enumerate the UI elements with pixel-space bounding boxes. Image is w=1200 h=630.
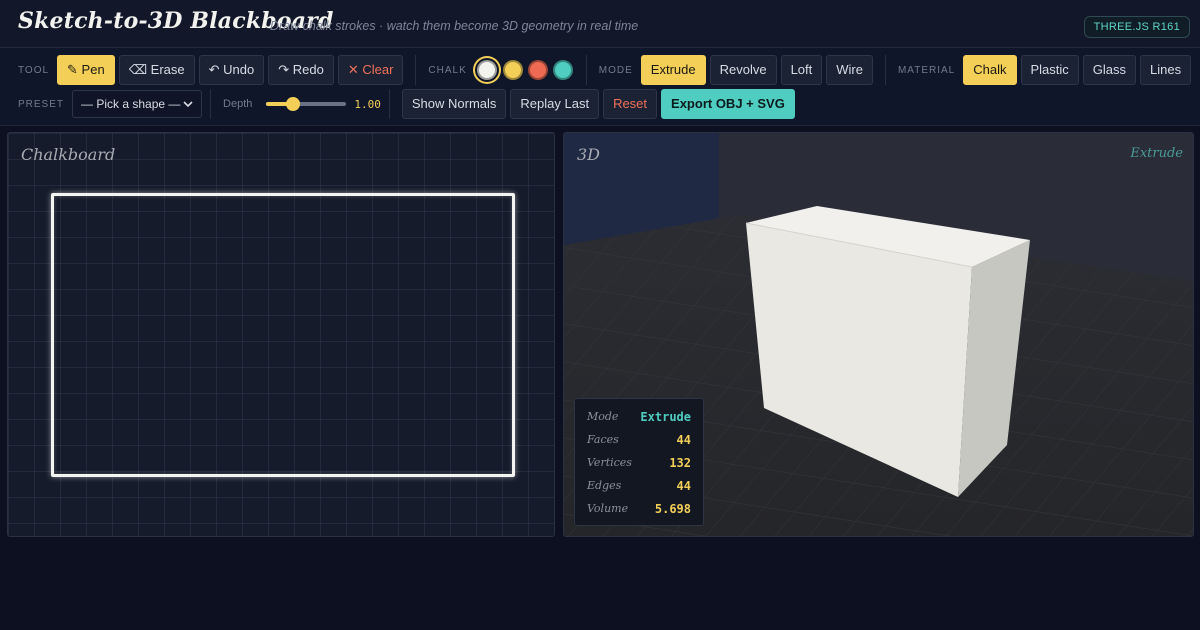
chalk-swatch-teal[interactable] — [552, 60, 573, 80]
chalk-swatch-white[interactable] — [476, 60, 497, 80]
divider — [415, 55, 417, 85]
chalk-stroke-rectangle — [51, 193, 515, 477]
show-normals-button[interactable]: Show Normals — [401, 89, 507, 119]
depth-label: Depth — [223, 98, 253, 110]
depth-slider-thumb[interactable] — [285, 97, 300, 111]
material-chalk-button[interactable]: Chalk — [963, 55, 1017, 85]
redo-button[interactable]: ↷ Redo — [268, 55, 334, 85]
undo-button[interactable]: ↶ Undo — [198, 55, 265, 85]
clear-button[interactable]: ✕ Clear — [337, 55, 404, 85]
material-glass-button[interactable]: Glass — [1082, 55, 1137, 85]
mode-loft-button[interactable]: Loft — [780, 55, 823, 85]
depth-value: 1.00 — [354, 97, 381, 111]
material-group-label: MATERIAL — [897, 64, 956, 76]
pen-tool-button[interactable]: ✎ Pen — [57, 55, 115, 85]
viewport-3d[interactable]: 3D Extrude Mode Extrude Faces 44 Vertice… — [563, 132, 1194, 537]
app-header: Sketch-to-3D Blackboard Draw chalk strok… — [0, 0, 1200, 48]
stat-label: Vertices — [587, 456, 632, 469]
chalk-group-label: CHALK — [428, 64, 467, 76]
material-lines-button[interactable]: Lines — [1140, 55, 1192, 85]
stat-label: Volume — [587, 502, 629, 515]
stat-label: Mode — [587, 410, 619, 423]
mode-group-label: MODE — [598, 64, 633, 76]
divider — [210, 89, 212, 119]
divider — [884, 55, 886, 85]
stat-value-volume: 5.698 — [654, 501, 691, 516]
stat-value-edges: 44 — [676, 478, 691, 493]
divider — [388, 89, 390, 119]
preset-select[interactable]: — Pick a shape — — [72, 90, 203, 118]
stat-value-mode: Extrude — [640, 409, 691, 424]
chalkboard-title: Chalkboard — [21, 145, 116, 164]
stat-row-volume: Volume 5.698 — [587, 497, 691, 520]
stat-row-faces: Faces 44 — [587, 428, 691, 451]
erase-tool-button[interactable]: ⌫ Erase — [118, 55, 195, 85]
version-badge: THREE.JS R161 — [1083, 16, 1190, 38]
divider — [585, 55, 587, 85]
viewport-title: 3D — [577, 145, 601, 164]
preset-group-label: PRESET — [18, 98, 65, 110]
export-button[interactable]: Export OBJ + SVG — [661, 89, 795, 119]
toolbar-row-1: TOOL ✎ Pen ⌫ Erase ↶ Undo ↷ Redo ✕ Clear… — [18, 55, 1200, 85]
toolbar-row-2: PRESET — Pick a shape — Depth 1.00 Show … — [18, 89, 799, 119]
chalkboard-canvas[interactable]: Chalkboard — [7, 132, 555, 537]
stat-value-faces: 44 — [676, 432, 691, 447]
app-subtitle: Draw chalk strokes · watch them become 3… — [270, 19, 639, 33]
stat-value-vertices: 132 — [669, 455, 691, 470]
mode-extrude-button[interactable]: Extrude — [640, 55, 706, 85]
stat-row-mode: Mode Extrude — [587, 405, 691, 428]
preset-select-value: — Pick a shape — — [81, 97, 181, 111]
viewport-mode-tag: Extrude — [1130, 146, 1183, 161]
stat-row-vertices: Vertices 132 — [587, 451, 691, 474]
depth-slider[interactable] — [266, 96, 347, 112]
stat-label: Faces — [587, 433, 619, 446]
material-plastic-button[interactable]: Plastic — [1020, 55, 1079, 85]
mesh-stats-panel: Mode Extrude Faces 44 Vertices 132 Edges… — [574, 398, 704, 526]
stat-row-edges: Edges 44 — [587, 474, 691, 497]
tool-group-label: TOOL — [18, 64, 50, 76]
mode-revolve-button[interactable]: Revolve — [709, 55, 777, 85]
chalk-swatch-red[interactable] — [527, 60, 548, 80]
reset-button[interactable]: Reset — [603, 89, 658, 119]
chevron-down-icon — [183, 101, 193, 108]
replay-last-button[interactable]: Replay Last — [510, 89, 600, 119]
stat-label: Edges — [587, 479, 622, 492]
chalk-swatch-yellow[interactable] — [502, 60, 523, 80]
toolbar: TOOL ✎ Pen ⌫ Erase ↶ Undo ↷ Redo ✕ Clear… — [0, 48, 1200, 126]
mode-wire-button[interactable]: Wire — [826, 55, 873, 85]
